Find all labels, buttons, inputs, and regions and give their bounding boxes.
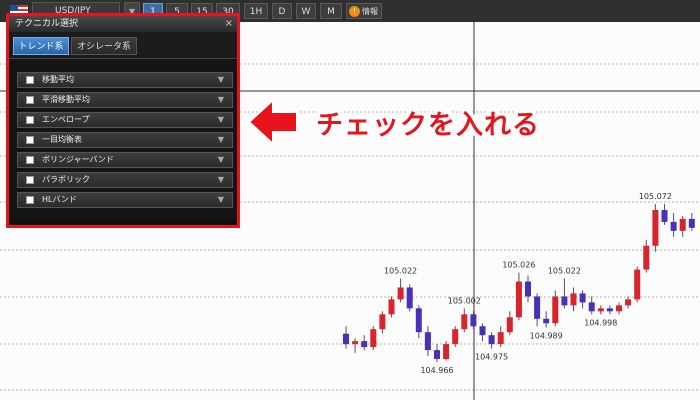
info-button[interactable]: ! 情報	[346, 3, 382, 19]
timeframe-month[interactable]: M	[320, 3, 342, 19]
indicator-label: HLバンド	[42, 195, 77, 204]
candle-body	[570, 293, 577, 306]
indicator-parabolic[interactable]: パラボリック ▼	[17, 172, 233, 188]
candle-body	[488, 335, 495, 345]
candle-body	[670, 221, 677, 231]
candle-body	[688, 218, 695, 228]
candle-body	[543, 318, 550, 324]
checkbox[interactable]	[26, 76, 34, 84]
candle-body	[552, 296, 559, 324]
checkbox[interactable]	[26, 196, 34, 204]
indicator-tabs: トレンド系 オシレータ系	[9, 32, 237, 59]
candle-body	[406, 287, 413, 309]
candle-body	[597, 308, 604, 312]
checkbox[interactable]	[26, 136, 34, 144]
candle-body	[506, 317, 513, 333]
close-icon[interactable]: ×	[225, 17, 233, 31]
candle-body	[643, 245, 650, 270]
candle-body	[434, 350, 440, 360]
candle-body	[470, 314, 477, 327]
technical-selection-panel: テクニカル選択 × トレンド系 オシレータ系 移動平均 ▼ 平滑移動平均 ▼ エ…	[6, 13, 240, 228]
expand-arrow-icon[interactable]: ▼	[218, 73, 224, 87]
candle-body	[525, 281, 531, 297]
candle-body	[479, 326, 486, 336]
candle-body	[379, 314, 386, 330]
tab-trend[interactable]: トレンド系	[13, 37, 69, 55]
panel-title: テクニカル選択	[15, 19, 79, 29]
price-label: 104.975	[475, 353, 508, 362]
candle-body	[534, 296, 541, 319]
price-label: 104.998	[584, 318, 617, 327]
panel-title-bar[interactable]: テクニカル選択 ×	[9, 16, 237, 32]
indicator-label: 平滑移動平均	[42, 95, 90, 104]
checkbox[interactable]	[26, 116, 34, 124]
callout-arrow-icon	[247, 97, 298, 147]
candle-body	[443, 344, 450, 360]
indicator-ichimoku[interactable]: 一目均衡表 ▼	[17, 132, 233, 148]
expand-arrow-icon[interactable]: ▼	[218, 113, 224, 127]
candle-body	[579, 293, 586, 303]
indicator-label: 一目均衡表	[42, 135, 82, 144]
candle-body	[352, 341, 359, 345]
timeframe-week[interactable]: W	[296, 3, 316, 19]
indicator-label: パラボリック	[42, 175, 90, 184]
indicator-label: エンベロープ	[42, 115, 90, 124]
price-label: 105.026	[502, 261, 535, 270]
expand-arrow-icon[interactable]: ▼	[218, 193, 224, 207]
price-label: 105.072	[639, 192, 672, 201]
checkbox[interactable]	[26, 156, 34, 164]
candle-body	[606, 308, 613, 312]
timeframe-day[interactable]: D	[272, 3, 292, 19]
expand-arrow-icon[interactable]: ▼	[218, 133, 224, 147]
candle-body	[616, 305, 622, 312]
candle-body	[424, 332, 431, 351]
candle-body	[415, 308, 422, 333]
candle-body	[634, 269, 641, 300]
indicator-bollinger[interactable]: ボリンジャーバンド ▼	[17, 152, 233, 168]
candle-body	[370, 329, 377, 348]
tab-oscillator[interactable]: オシレータ系	[71, 37, 137, 55]
candle-body	[397, 287, 404, 300]
indicator-moving-average[interactable]: 移動平均 ▼	[17, 72, 233, 88]
timeframe-1h[interactable]: 1H	[244, 3, 268, 19]
exclamation-icon: !	[349, 6, 360, 17]
candle-body	[625, 299, 632, 306]
indicator-label: ボリンジャーバンド	[42, 155, 114, 164]
candle-body	[343, 333, 349, 345]
checkbox[interactable]	[26, 96, 34, 104]
info-label: 情報	[362, 7, 378, 16]
candle-body	[588, 302, 595, 312]
indicator-smoothed-ma[interactable]: 平滑移動平均 ▼	[17, 92, 233, 108]
price-label: 104.966	[420, 366, 453, 375]
callout-text: チェックを入れる	[316, 110, 540, 141]
candle-body	[388, 299, 395, 315]
price-label: 104.989	[530, 332, 563, 341]
indicator-label: 移動平均	[42, 75, 74, 84]
candle-body	[515, 281, 522, 318]
candle-body	[661, 209, 668, 222]
candle-body	[561, 296, 568, 306]
candle-body	[361, 341, 368, 348]
expand-arrow-icon[interactable]: ▼	[218, 153, 224, 167]
candle-body	[452, 329, 459, 345]
expand-arrow-icon[interactable]: ▼	[218, 93, 224, 107]
price-label: 105.022	[384, 267, 417, 276]
candle-body	[461, 314, 468, 330]
price-label: 105.002	[448, 296, 481, 305]
price-label: 105.022	[548, 267, 581, 276]
candle-body	[679, 218, 686, 231]
expand-arrow-icon[interactable]: ▼	[218, 173, 224, 187]
candle-body	[652, 209, 659, 246]
indicator-hl-band[interactable]: HLバンド ▼	[17, 192, 233, 208]
indicator-envelope[interactable]: エンベロープ ▼	[17, 112, 233, 128]
checkbox[interactable]	[26, 176, 34, 184]
indicator-list: 移動平均 ▼ 平滑移動平均 ▼ エンベロープ ▼ 一目均衡表 ▼ ボリンジャーバ…	[9, 59, 237, 219]
candle-body	[497, 332, 504, 345]
